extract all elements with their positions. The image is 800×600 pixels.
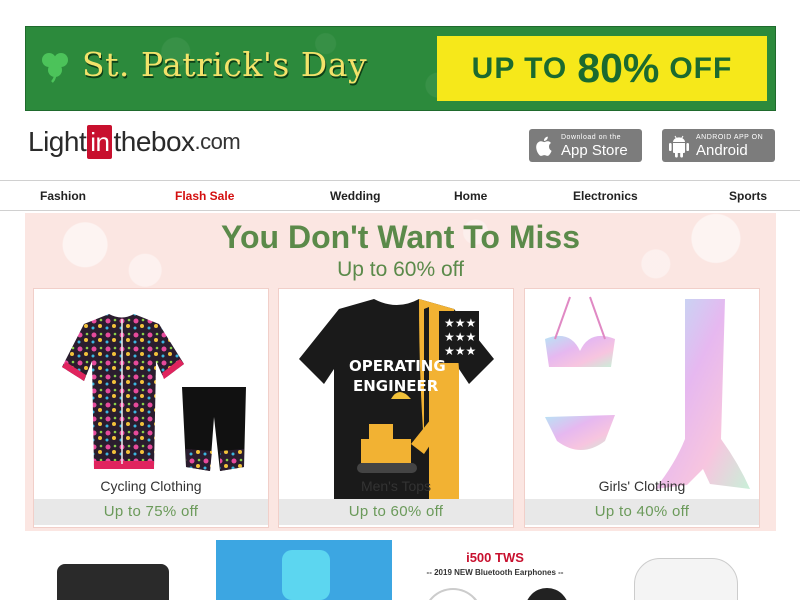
offer-value: 80% (577, 45, 660, 91)
phone-shape (525, 588, 569, 600)
promo-section: You Don't Want To Miss Up to 60% off Cyc… (25, 213, 776, 531)
banner-title: St. Patrick's Day (82, 45, 368, 84)
logo-domain: .com (194, 129, 241, 154)
android-large-label: Android (696, 141, 748, 159)
promo-subheading: Up to 60% off (337, 258, 464, 281)
card-label: Girls' Clothing (598, 478, 686, 494)
product-earbuds-blue[interactable] (216, 540, 392, 600)
product-i500-tws[interactable]: i500 TWS -- 2019 NEW Bluetooth Earphones… (415, 540, 575, 600)
logo-thebox: thebox (113, 126, 195, 157)
card-offer: Up to 40% off (525, 499, 759, 525)
site-logo[interactable]: Light in thebox .com (28, 122, 241, 162)
nav-home[interactable]: Home (454, 189, 487, 203)
page: St. Patrick's Day UP TO 80% OFF Light in… (0, 0, 800, 600)
airpods-case-shape (634, 558, 738, 600)
offer-prefix: UP TO (471, 51, 568, 85)
nav-fashion[interactable]: Fashion (40, 189, 86, 203)
promo-card-cycling[interactable]: Cycling Clothing Up to 75% off (33, 288, 269, 528)
appstore-small-label: Download on the (561, 133, 622, 141)
logo-in: in (87, 125, 113, 159)
nav-sports[interactable]: Sports (729, 189, 767, 203)
app-store-button[interactable]: Download on the App Store (529, 129, 642, 162)
tablet-case-shape (57, 564, 169, 600)
offer-suffix: OFF (669, 51, 733, 85)
promo-card-girls-clothing[interactable]: Girls' Clothing Up to 40% off (524, 288, 760, 528)
android-icon (669, 135, 689, 157)
cycling-jersey-image (34, 289, 268, 499)
product-airpods-case[interactable] (630, 540, 742, 600)
card-offer: Up to 75% off (34, 499, 268, 525)
appstore-large-label: App Store (561, 141, 628, 159)
product-tablet-case[interactable] (55, 540, 170, 600)
earphone-shape (423, 588, 483, 600)
banner-offer: UP TO 80% OFF (437, 36, 767, 101)
nav-electronics[interactable]: Electronics (573, 189, 638, 203)
promo-card-mens-tops[interactable]: ★★★ ★★★ ★★★ OPERATING ENGINEER Men's Top… (278, 288, 514, 528)
logo-light: Light (28, 126, 87, 157)
android-small-label: ANDROID APP ON (696, 133, 764, 141)
card-label: Cycling Clothing (100, 478, 202, 494)
promo-banner[interactable]: St. Patrick's Day UP TO 80% OFF (25, 26, 776, 111)
promo-heading: You Don't Want To Miss (221, 219, 580, 255)
girls-swimwear-image (525, 289, 759, 499)
svg-text:★★★: ★★★ (444, 316, 476, 330)
card-offer: Up to 60% off (279, 499, 513, 525)
tws-title: i500 TWS (466, 550, 524, 565)
svg-text:ENGINEER: ENGINEER (353, 377, 439, 395)
category-nav: Fashion Flash Sale Wedding Home Electron… (0, 180, 800, 211)
nav-wedding[interactable]: Wedding (330, 189, 380, 203)
nav-flash-sale[interactable]: Flash Sale (175, 189, 234, 203)
apple-icon (536, 136, 552, 156)
shamrock-icon (42, 53, 68, 83)
card-label: Men's Tops (360, 478, 432, 494)
android-app-button[interactable]: ANDROID APP ON Android (662, 129, 775, 162)
svg-text:OPERATING: OPERATING (349, 357, 446, 375)
product-strip: i500 TWS -- 2019 NEW Bluetooth Earphones… (0, 540, 800, 600)
earbuds-case-shape (282, 550, 330, 600)
svg-text:★★★: ★★★ (444, 330, 476, 344)
svg-text:★★★: ★★★ (444, 344, 476, 358)
tws-subtitle: -- 2019 NEW Bluetooth Earphones -- (426, 568, 564, 577)
mens-tshirt-image: ★★★ ★★★ ★★★ OPERATING ENGINEER (279, 289, 513, 499)
